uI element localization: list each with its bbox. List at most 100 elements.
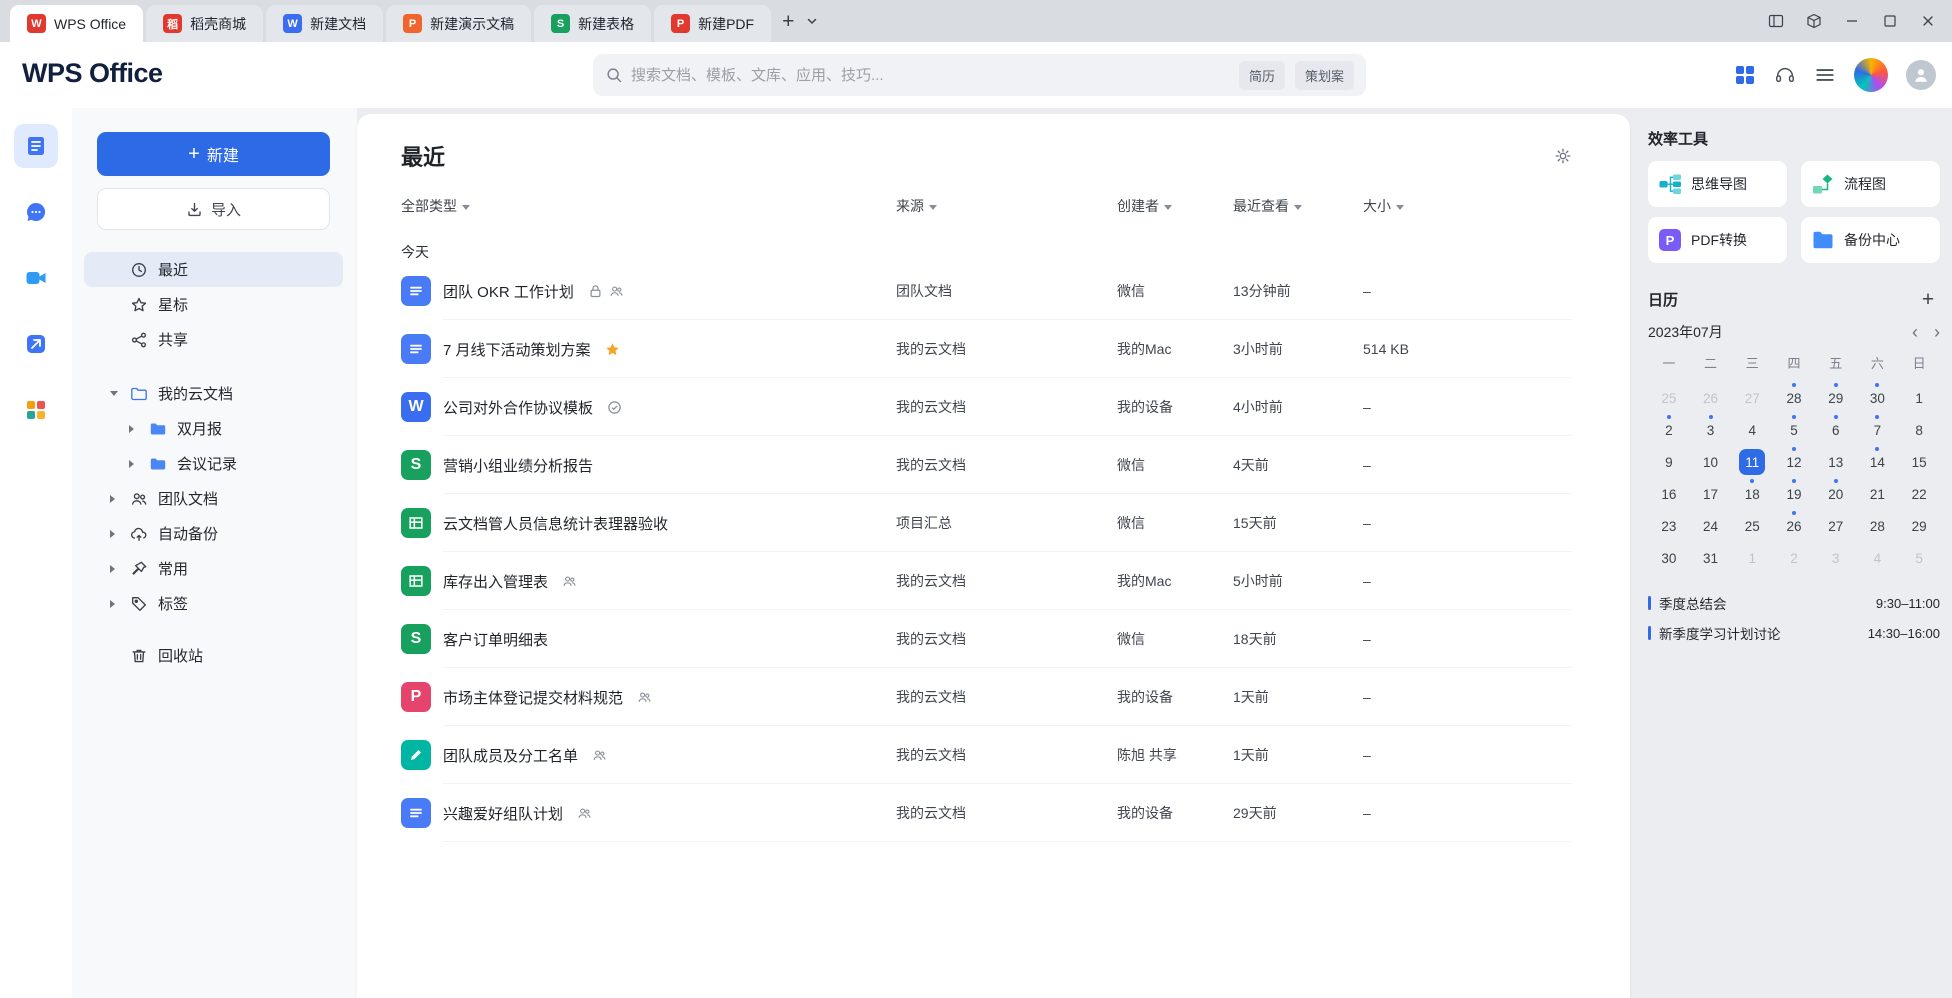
- calendar-day[interactable]: 20: [1815, 478, 1857, 510]
- sidebar-item-starred[interactable]: 星标: [84, 287, 343, 322]
- tool-button[interactable]: 流程图: [1801, 161, 1940, 207]
- calendar-day[interactable]: 27: [1815, 510, 1857, 542]
- user-avatar[interactable]: [1906, 60, 1936, 90]
- layout-toggle-icon[interactable]: [1762, 7, 1790, 35]
- file-row[interactable]: P 市场主体登记提交材料规范 我的云文档 我的设备 1天前 –: [401, 668, 1572, 726]
- rail-messages-icon[interactable]: [14, 190, 58, 234]
- calendar-day[interactable]: 25: [1731, 510, 1773, 542]
- app-tab[interactable]: W新建文档: [266, 5, 383, 42]
- import-button[interactable]: 导入: [97, 188, 330, 230]
- sidebar-item-tags[interactable]: 标签: [84, 586, 343, 621]
- caret-right-icon[interactable]: [110, 600, 130, 608]
- calendar-day[interactable]: 24: [1690, 510, 1732, 542]
- calendar-next-icon[interactable]: ›: [1934, 323, 1940, 341]
- calendar-day[interactable]: 23: [1648, 510, 1690, 542]
- app-tab[interactable]: P新建PDF: [654, 5, 771, 42]
- file-row[interactable]: S 客户订单明细表 我的云文档 微信 18天前 –: [401, 610, 1572, 668]
- support-headset-icon[interactable]: [1774, 64, 1796, 86]
- add-tab-button[interactable]: +: [782, 11, 794, 32]
- file-row[interactable]: 库存出入管理表 我的云文档 我的Mac 5小时前 –: [401, 552, 1572, 610]
- file-row[interactable]: 云文档管人员信息统计表理器验收 项目汇总 微信 15天前 –: [401, 494, 1572, 552]
- file-row[interactable]: 兴趣爱好组队计划 我的云文档 我的设备 29天前 –: [401, 784, 1572, 842]
- calendar-day[interactable]: 3: [1815, 542, 1857, 574]
- rail-apps-icon[interactable]: [14, 388, 58, 432]
- caret-right-icon[interactable]: [129, 425, 149, 433]
- calendar-day[interactable]: 4: [1731, 414, 1773, 446]
- search-tag-plan[interactable]: 策划案: [1295, 61, 1354, 90]
- rail-transfer-icon[interactable]: [14, 322, 58, 366]
- sidebar-item-bimonthly-report[interactable]: 双月报: [84, 411, 343, 446]
- filter-size[interactable]: 大小: [1363, 196, 1404, 216]
- caret-right-icon[interactable]: [110, 565, 130, 573]
- calendar-day[interactable]: 12: [1773, 446, 1815, 478]
- calendar-day[interactable]: 27: [1731, 382, 1773, 414]
- tool-button[interactable]: 思维导图: [1648, 161, 1787, 207]
- app-tab[interactable]: P新建演示文稿: [386, 5, 531, 42]
- tool-button[interactable]: P PDF转换: [1648, 217, 1787, 263]
- maximize-button[interactable]: [1876, 7, 1904, 35]
- search-bar[interactable]: 简历 策划案: [593, 54, 1366, 96]
- calendar-day[interactable]: 13: [1815, 446, 1857, 478]
- caret-right-icon[interactable]: [110, 495, 130, 503]
- sidebar-item-my-cloud-docs[interactable]: 我的云文档: [84, 376, 343, 411]
- app-tab[interactable]: 稻稻壳商城: [146, 5, 263, 42]
- settings-gear-icon[interactable]: [1554, 147, 1572, 165]
- tab-list-chevron-icon[interactable]: [806, 15, 818, 27]
- calendar-day[interactable]: 14: [1857, 446, 1899, 478]
- membership-avatar[interactable]: [1854, 58, 1888, 92]
- calendar-day[interactable]: 28: [1857, 510, 1899, 542]
- minimize-button[interactable]: [1838, 7, 1866, 35]
- calendar-event[interactable]: 季度总结会 9:30–11:00: [1648, 588, 1940, 618]
- calendar-day[interactable]: 29: [1815, 382, 1857, 414]
- apps-grid-icon[interactable]: [1734, 64, 1756, 86]
- calendar-day[interactable]: 10: [1690, 446, 1732, 478]
- calendar-day[interactable]: 6: [1815, 414, 1857, 446]
- calendar-day[interactable]: 19: [1773, 478, 1815, 510]
- calendar-day[interactable]: 25: [1648, 382, 1690, 414]
- filter-last-viewed[interactable]: 最近查看: [1233, 196, 1302, 216]
- calendar-day[interactable]: 30: [1857, 382, 1899, 414]
- calendar-day[interactable]: 22: [1898, 478, 1940, 510]
- calendar-day[interactable]: 7: [1857, 414, 1899, 446]
- calendar-day[interactable]: 9: [1648, 446, 1690, 478]
- rail-docs-home-icon[interactable]: [14, 124, 58, 168]
- calendar-day[interactable]: 2: [1648, 414, 1690, 446]
- calendar-day[interactable]: 26: [1773, 510, 1815, 542]
- calendar-day[interactable]: 11: [1731, 446, 1773, 478]
- calendar-day[interactable]: 17: [1690, 478, 1732, 510]
- rail-meeting-icon[interactable]: [14, 256, 58, 300]
- calendar-day[interactable]: 21: [1857, 478, 1899, 510]
- calendar-day[interactable]: 8: [1898, 414, 1940, 446]
- calendar-day[interactable]: 30: [1648, 542, 1690, 574]
- calendar-day[interactable]: 26: [1690, 382, 1732, 414]
- new-document-button[interactable]: + 新建: [97, 132, 330, 176]
- sidebar-item-meeting-notes[interactable]: 会议记录: [84, 446, 343, 481]
- file-row[interactable]: 团队 OKR 工作计划 团队文档 微信 13分钟前 –: [401, 262, 1572, 320]
- calendar-day[interactable]: 5: [1773, 414, 1815, 446]
- caret-down-icon[interactable]: [110, 391, 130, 396]
- calendar-day[interactable]: 31: [1690, 542, 1732, 574]
- widgets-box-icon[interactable]: [1800, 7, 1828, 35]
- calendar-prev-icon[interactable]: ‹: [1912, 323, 1918, 341]
- sidebar-item-trash[interactable]: 回收站: [84, 638, 343, 673]
- filter-all-types[interactable]: 全部类型: [401, 196, 470, 216]
- file-row[interactable]: 7 月线下活动策划方案 我的云文档 我的Mac 3小时前 514 KB: [401, 320, 1572, 378]
- calendar-day[interactable]: 29: [1898, 510, 1940, 542]
- calendar-day[interactable]: 28: [1773, 382, 1815, 414]
- close-button[interactable]: [1914, 7, 1942, 35]
- filter-creator[interactable]: 创建者: [1117, 196, 1172, 216]
- calendar-day[interactable]: 4: [1857, 542, 1899, 574]
- file-row[interactable]: 团队成员及分工名单 我的云文档 陈旭 共享 1天前 –: [401, 726, 1572, 784]
- calendar-event[interactable]: 新季度学习计划讨论 14:30–16:00: [1648, 618, 1940, 648]
- add-event-icon[interactable]: +: [1916, 289, 1940, 310]
- app-tab[interactable]: S新建表格: [534, 5, 651, 42]
- search-tag-resume[interactable]: 简历: [1239, 61, 1285, 90]
- search-input[interactable]: [631, 67, 1229, 84]
- app-tab[interactable]: WWPS Office: [10, 5, 143, 42]
- calendar-day[interactable]: 5: [1898, 542, 1940, 574]
- calendar-day[interactable]: 2: [1773, 542, 1815, 574]
- caret-right-icon[interactable]: [129, 460, 149, 468]
- file-row[interactable]: W 公司对外合作协议模板 我的云文档 我的设备 4小时前 –: [401, 378, 1572, 436]
- sidebar-item-frequent[interactable]: 常用: [84, 551, 343, 586]
- sidebar-item-recent[interactable]: 最近: [84, 252, 343, 287]
